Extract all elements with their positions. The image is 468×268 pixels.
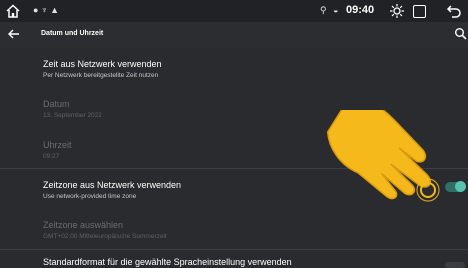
status-time: 09:40	[346, 4, 375, 16]
divider	[0, 249, 468, 250]
setting-title: Datum	[43, 99, 70, 109]
setting-network-timezone[interactable]: Zeitzone aus Netzwerk verwenden Use netw…	[43, 180, 181, 201]
setting-title: Uhrzeit	[43, 140, 72, 150]
setting-subtitle: 13. September 2022	[43, 112, 102, 119]
setting-title: Zeit aus Netzwerk verwenden	[43, 59, 162, 69]
setting-title: Zeitzone auswählen	[43, 220, 124, 230]
pointing-hand-icon	[326, 110, 440, 202]
setting-time: Uhrzeit 09:27	[43, 140, 72, 161]
wifi-icon: ◒	[333, 5, 339, 15]
setting-date: Datum 13. September 2022	[43, 99, 102, 120]
locale-format-toggle[interactable]	[445, 262, 465, 268]
setting-subtitle: Per Netzwerk bereitgestellte Zeit nutzen	[43, 72, 159, 79]
setting-subtitle: 09:27	[43, 153, 60, 160]
home-icon[interactable]	[5, 3, 21, 19]
back-icon[interactable]	[446, 3, 462, 19]
recent-apps-icon[interactable]	[413, 5, 426, 18]
setting-title: Zeitzone aus Netzwerk verwenden	[43, 180, 182, 190]
location-icon: ⚲	[320, 5, 327, 15]
setting-locale-format[interactable]: Standardformat für die gewählte Sprachei…	[43, 257, 292, 268]
arrow-back-icon[interactable]	[7, 27, 21, 41]
setting-subtitle: Use network-provided time zone	[43, 193, 137, 200]
page-title: Datum und Uhrzeit	[41, 30, 104, 37]
brightness-icon[interactable]	[389, 3, 405, 19]
notification-icons: ● ♆ ▲	[33, 5, 60, 15]
setting-title: Standardformat für die gewählte Sprachei…	[43, 257, 292, 267]
app-bar: Datum und Uhrzeit	[0, 22, 468, 48]
setting-subtitle: GMT+02:00 Mitteleuropäische Sommerzeit	[43, 233, 167, 240]
search-icon[interactable]	[454, 27, 468, 41]
status-bar: ● ♆ ▲ ⚲ ◒ 09:40	[0, 0, 468, 22]
setting-select-timezone: Zeitzone auswählen GMT+02:00 Mitteleurop…	[43, 220, 167, 241]
setting-network-time[interactable]: Zeit aus Netzwerk verwenden Per Netzwerk…	[43, 59, 162, 80]
